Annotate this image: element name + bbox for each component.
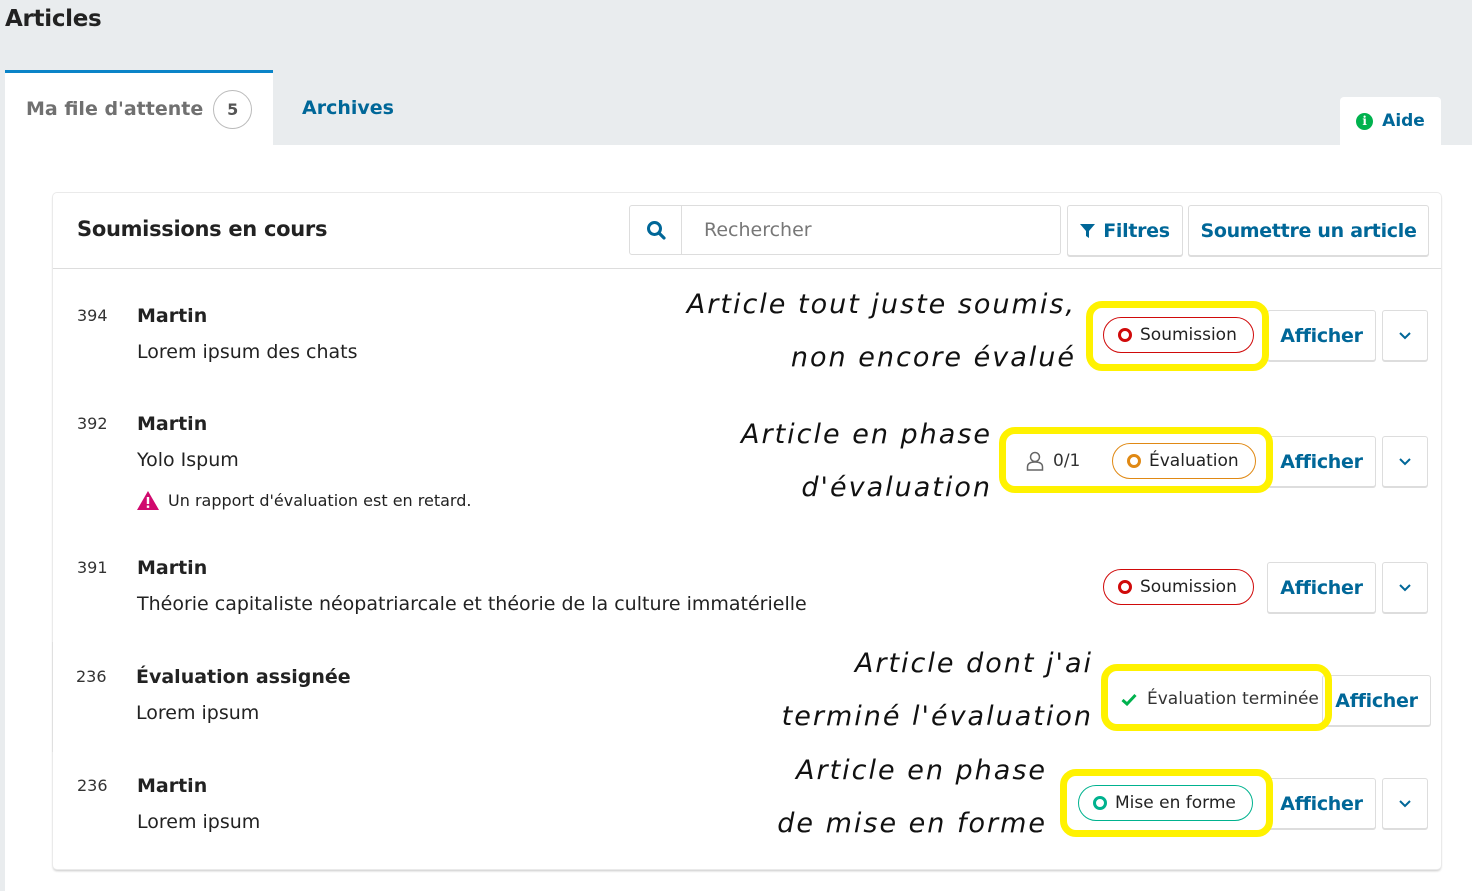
queue-count-badge: 5 bbox=[213, 89, 253, 129]
filter-label: Filtres bbox=[1103, 219, 1170, 242]
submission-title[interactable]: Lorem ipsum des chats bbox=[137, 341, 358, 363]
info-icon: i bbox=[1356, 112, 1374, 130]
search-input[interactable] bbox=[682, 206, 1060, 254]
stage-badge: Soumission bbox=[1103, 317, 1254, 353]
stage-circle-icon bbox=[1127, 454, 1141, 468]
review-assignment-row: 236 Évaluation assignée Lorem ipsum Éval… bbox=[52, 642, 1432, 752]
stage-circle-icon bbox=[1118, 580, 1132, 594]
annotation-line: Article tout juste soumis, bbox=[686, 289, 1076, 320]
warning-icon bbox=[137, 491, 159, 510]
annotation-line: Article en phase bbox=[796, 755, 1047, 786]
chevron-down-icon bbox=[1399, 583, 1411, 591]
panel-header: Soumissions en cours Filtres Soumettre u… bbox=[53, 193, 1441, 269]
status-label: Évaluation terminée bbox=[1147, 689, 1319, 709]
reviewer-count-label: 0/1 bbox=[1053, 451, 1081, 471]
submission-author: Martin bbox=[137, 305, 208, 327]
view-button[interactable]: Afficher bbox=[1267, 436, 1376, 487]
stage-circle-icon bbox=[1118, 328, 1132, 342]
view-button[interactable]: Afficher bbox=[1267, 562, 1376, 613]
expand-button[interactable] bbox=[1382, 310, 1428, 361]
submission-author: Martin bbox=[137, 775, 208, 797]
stage-label: Soumission bbox=[1140, 577, 1237, 597]
annotation-note: Article en phase d'évaluation bbox=[741, 408, 992, 514]
annotation-line: Article en phase bbox=[741, 419, 992, 450]
view-button[interactable]: Afficher bbox=[1322, 675, 1431, 726]
expand-button[interactable] bbox=[1382, 436, 1428, 487]
expand-button[interactable] bbox=[1382, 778, 1428, 829]
help-button[interactable]: i Aide bbox=[1340, 97, 1441, 145]
annotation-line: terminé l'évaluation bbox=[781, 701, 1093, 732]
submission-author: Martin bbox=[137, 413, 208, 435]
help-label: Aide bbox=[1382, 111, 1425, 131]
submission-title[interactable]: Lorem ipsum bbox=[137, 811, 260, 833]
stage-badge: Évaluation bbox=[1112, 443, 1256, 479]
warning-text: Un rapport d'évaluation est en retard. bbox=[168, 491, 472, 510]
submission-title[interactable]: Lorem ipsum bbox=[136, 702, 259, 724]
search-icon bbox=[646, 221, 666, 240]
submission-id: 236 bbox=[77, 776, 108, 795]
annotation-note: Article tout juste soumis, non encore év… bbox=[687, 278, 1076, 384]
submission-author: Martin bbox=[137, 557, 208, 579]
annotation-line: non encore évalué bbox=[790, 342, 1076, 373]
overdue-warning: Un rapport d'évaluation est en retard. bbox=[137, 491, 471, 510]
reviewer-count: 0/1 bbox=[1026, 451, 1080, 471]
submission-id: 236 bbox=[76, 667, 107, 686]
page-title: Articles bbox=[5, 6, 102, 32]
filter-button[interactable]: Filtres bbox=[1067, 205, 1183, 256]
tab-label: Ma file d'attente bbox=[26, 98, 204, 120]
view-button[interactable]: Afficher bbox=[1267, 310, 1376, 361]
search-box bbox=[629, 205, 1061, 255]
annotation-note: Article en phase de mise en forme bbox=[777, 744, 1047, 850]
submission-id: 392 bbox=[77, 414, 108, 433]
check-icon bbox=[1121, 693, 1137, 706]
stage-badge: Soumission bbox=[1103, 569, 1254, 605]
stage-circle-icon bbox=[1093, 796, 1107, 810]
stage-label: Mise en forme bbox=[1115, 793, 1236, 813]
stage-badge: Mise en forme bbox=[1078, 785, 1253, 821]
submission-title[interactable]: Yolo Ispum bbox=[137, 449, 239, 471]
chevron-down-icon bbox=[1399, 331, 1411, 339]
submission-id: 394 bbox=[77, 306, 108, 325]
stage-label: Évaluation bbox=[1149, 451, 1239, 471]
review-complete-status: Évaluation terminée bbox=[1121, 689, 1319, 709]
panel-title: Soumissions en cours bbox=[77, 217, 328, 241]
chevron-down-icon bbox=[1399, 457, 1411, 465]
user-icon bbox=[1026, 451, 1044, 471]
submission-id: 391 bbox=[77, 558, 108, 577]
submit-article-button[interactable]: Soumettre un article bbox=[1188, 205, 1429, 256]
search-button[interactable] bbox=[630, 206, 682, 254]
chevron-down-icon bbox=[1399, 799, 1411, 807]
tab-label: Archives bbox=[302, 96, 394, 119]
view-button[interactable]: Afficher bbox=[1267, 778, 1376, 829]
filter-icon bbox=[1080, 223, 1096, 238]
expand-button[interactable] bbox=[1382, 562, 1428, 613]
submission-author: Évaluation assignée bbox=[136, 666, 351, 688]
stage-label: Soumission bbox=[1140, 325, 1237, 345]
submission-title[interactable]: Théorie capitaliste néopatriarcale et th… bbox=[137, 593, 807, 615]
tab-archives[interactable]: Archives bbox=[302, 70, 394, 145]
annotation-note: Article dont j'ai terminé l'évaluation bbox=[782, 637, 1093, 743]
tab-my-queue[interactable]: Ma file d'attente 5 bbox=[5, 70, 273, 145]
annotation-line: de mise en forme bbox=[777, 808, 1047, 839]
annotation-line: Article dont j'ai bbox=[854, 648, 1093, 679]
annotation-line: d'évaluation bbox=[801, 472, 992, 503]
